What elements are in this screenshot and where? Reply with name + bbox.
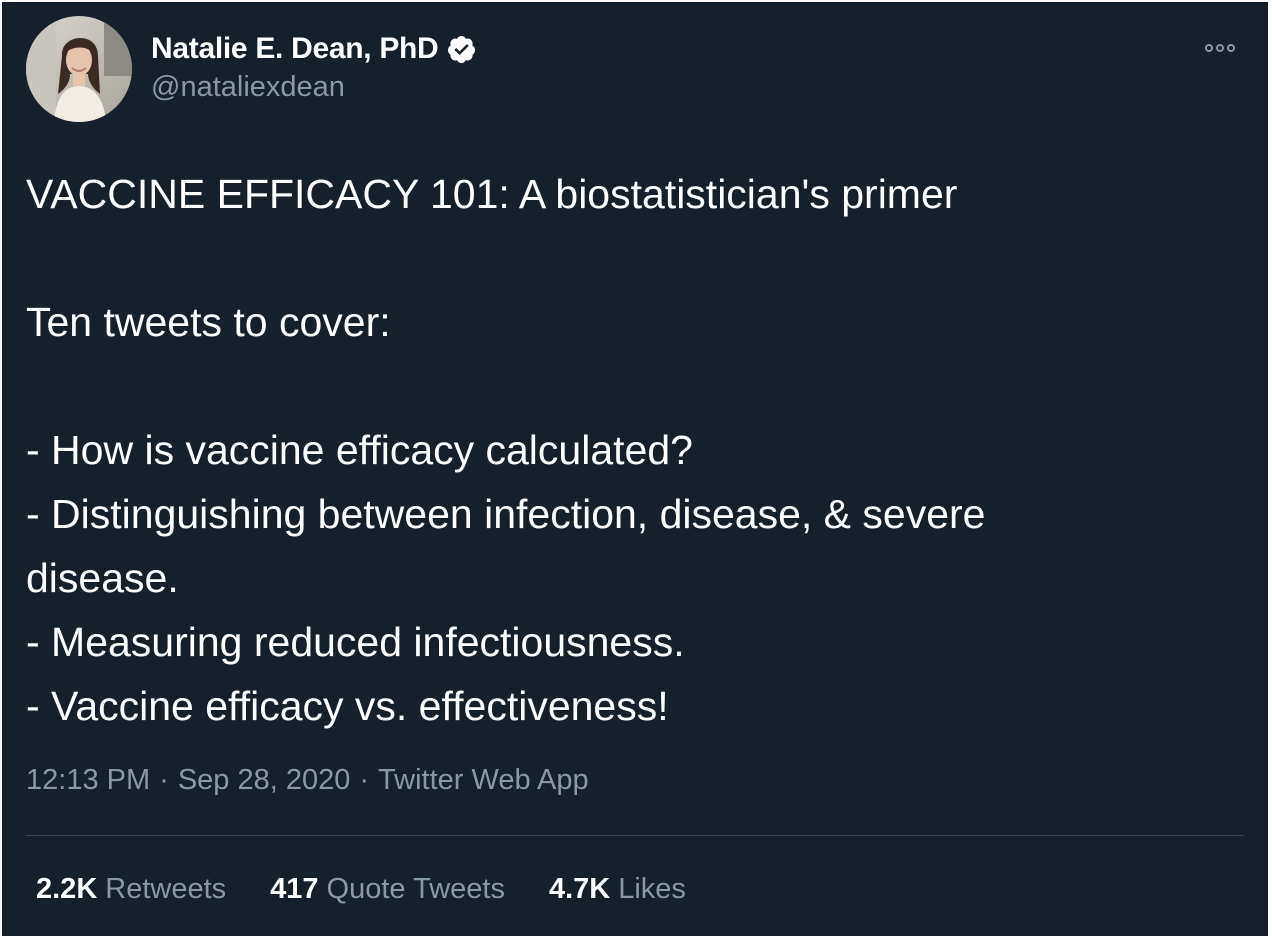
tweet-text-line [26,354,1241,418]
avatar-photo [26,16,132,122]
tweet-time-link[interactable]: 12:13 PM [26,764,150,796]
tweet-text-line: Ten tweets to cover: [26,299,391,345]
tweet-time: 12:13 PM [26,764,151,796]
tweet-stats: 2.2K Retweets 417 Quote Tweets 4.7K Likes [36,873,686,906]
avatar[interactable] [26,16,132,122]
tweet-text: VACCINE EFFICACY 101: A biostatistician'… [26,162,1241,738]
likes-label: Likes [618,873,686,905]
retweets-label: Retweets [105,873,227,905]
verified-badge-icon [446,34,477,65]
more-dot [1205,44,1213,52]
tweet-text-line: disease. [26,555,179,601]
retweets-stat[interactable]: 2.2K Retweets [36,873,226,906]
likes-stat[interactable]: 4.7K Likes [549,873,686,906]
tweet-source: Twitter Web App [378,764,589,796]
likes-count: 4.7K [548,873,611,905]
divider [26,835,1244,836]
more-dot [1227,44,1235,52]
more-dot [1216,44,1224,52]
tweet-source-link[interactable]: Twitter Web App [378,764,589,796]
author-name-row[interactable]: Natalie E. Dean, PhD [151,28,477,70]
author-handle[interactable]: @nataliexdean [151,71,345,104]
tweet-date-link[interactable]: Sep 28, 2020 [178,764,351,796]
tweet-text-line [26,226,1241,290]
tweet-text-line: - How is vaccine efficacy calculated? [26,427,693,473]
meta-separator: · [159,764,169,796]
retweets-count: 2.2K [36,873,98,905]
quote-tweets-label: Quote Tweets [326,873,505,905]
tweet-date: Sep 28, 2020 [177,764,351,796]
meta-separator: · [359,764,370,796]
tweet-text-line: VACCINE EFFICACY 101: A biostatistician'… [26,171,958,217]
display-name[interactable]: Natalie E. Dean, PhD [151,32,439,66]
tweet-text-line: - Vaccine efficacy vs. effectiveness! [26,683,669,729]
tweet-text-line: - Distinguishing between infection, dise… [26,491,986,537]
tweet-meta: 12:13 PM · Sep 28, 2020 · Twitter Web App [26,764,589,797]
quote-tweets-stat[interactable]: 417 Quote Tweets [270,873,505,906]
tweet-text-line: - Measuring reduced infectiousness. [26,619,685,665]
more-options-icon[interactable] [1205,38,1245,58]
quote-tweets-count: 417 [270,873,319,905]
tweet-card: Natalie E. Dean, PhD @nataliexdean VACCI… [2,2,1268,936]
